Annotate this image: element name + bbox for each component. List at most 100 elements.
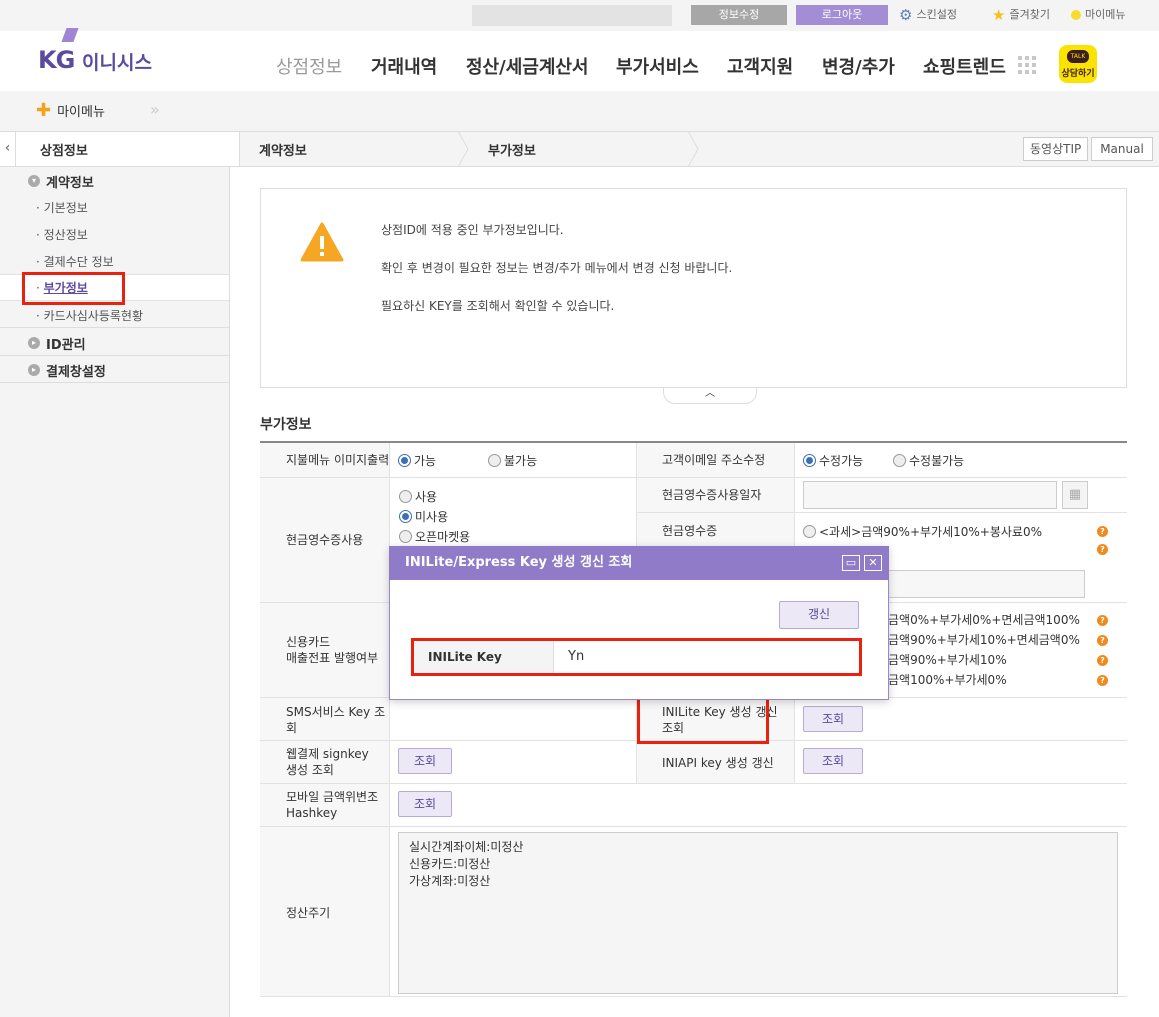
calendar-icon[interactable]: ▦: [1062, 481, 1088, 509]
label-mobile-hashkey: 모바일 금액위변조 Hashkey: [286, 790, 379, 820]
breadcrumb-level1[interactable]: 계약정보: [259, 140, 307, 159]
radio-cash-openmarket[interactable]: 오픈마켓용: [399, 528, 470, 545]
label-sms-key: SMS서비스 Key 조회: [286, 705, 386, 735]
cash-receipt-date-input[interactable]: [803, 481, 1057, 509]
sidebar-cat-payment-window-label: 결제창설정: [46, 364, 106, 380]
sidebar-cat-id[interactable]: ▸ ID관리: [0, 334, 229, 353]
sidebar-cat-contract-label: 계약정보: [46, 175, 94, 191]
help-icon[interactable]: ?: [1097, 526, 1108, 537]
label-card-slip: 신용카드 매출전표 발행여부: [286, 635, 379, 665]
card-option-3: 금액90%+부가세10%: [888, 653, 1007, 667]
gnb-shopping-trend[interactable]: 쇼핑트렌드: [923, 53, 1006, 79]
divider: [389, 443, 390, 996]
gnb-change-add[interactable]: 변경/추가: [822, 53, 895, 79]
video-tip-button[interactable]: 동영상TIP: [1023, 137, 1089, 161]
logout-button[interactable]: 로그아웃: [796, 5, 888, 25]
signkey-lookup-button[interactable]: 조회: [398, 748, 452, 774]
mymenu-bar: [0, 91, 1159, 131]
gnb-transactions[interactable]: 거래내역: [371, 53, 437, 79]
label-payment-image: 지불메뉴 이미지출력: [286, 453, 390, 467]
row-divider: [260, 477, 1127, 478]
radio-email-editable[interactable]: 수정가능: [803, 452, 863, 469]
chevron-left-icon[interactable]: ‹: [0, 131, 16, 167]
collapse-toggle[interactable]: ︿: [663, 388, 757, 404]
mymenu-button[interactable]: ✚ 마이메뉴: [36, 100, 105, 121]
expand-icon: ▸: [28, 337, 40, 349]
breadcrumb-root[interactable]: 상점정보: [40, 140, 88, 159]
expand-icon: ▸: [28, 364, 40, 376]
radio-label: 사용: [415, 490, 438, 504]
info-edit-button[interactable]: 정보수정: [691, 5, 787, 25]
notice-box: [260, 188, 1127, 388]
radio-label: 수정불가능: [909, 454, 965, 468]
breadcrumb-root-cell: [0, 131, 240, 167]
sidebar-item-card-review[interactable]: · 카드사심사등록현황: [0, 307, 229, 325]
card-option-4: 금액100%+부가세0%: [888, 673, 1007, 687]
utility-blank-field: [472, 5, 672, 26]
refresh-button[interactable]: 갱신: [779, 601, 859, 629]
chevron-up-icon: ︿: [705, 388, 715, 399]
help-icon[interactable]: ?: [1097, 544, 1108, 555]
kakao-consult-button[interactable]: TALK 상담하기: [1059, 45, 1097, 83]
plus-icon: ✚: [36, 100, 52, 121]
help-icon[interactable]: ?: [1097, 675, 1108, 686]
help-icon[interactable]: ?: [1097, 655, 1108, 666]
modal-title: INILite/Express Key 생성 갱신 조회: [389, 546, 889, 580]
divider: [0, 327, 229, 328]
radio-vat-taxed[interactable]: <과세>금액90%+부가세10%+봉사료0%: [803, 523, 1042, 540]
cash-receipt-extra-input[interactable]: [880, 570, 1085, 598]
label-web-signkey: 웹결제 signkey 생성 조회: [286, 747, 369, 777]
logo-kg[interactable]: KG: [38, 46, 75, 74]
skin-settings-label: 스킨설정: [916, 8, 957, 21]
label-cash-receipt-vat: 현금영수증: [662, 524, 718, 538]
maximize-icon[interactable]: ▭: [842, 555, 860, 571]
manual-button[interactable]: Manual: [1091, 137, 1153, 161]
grid-menu-icon[interactable]: [1018, 56, 1036, 74]
radio-cash-not-use[interactable]: 미사용: [399, 508, 448, 525]
gnb-settlement[interactable]: 정산/세금계산서: [466, 53, 589, 79]
radio-label: 오픈마켓용: [415, 530, 471, 544]
help-icon[interactable]: ?: [1097, 615, 1108, 626]
logo-name[interactable]: 이니시스: [82, 48, 152, 75]
double-chevron-right-icon[interactable]: »: [150, 100, 160, 119]
radio-icon: [893, 454, 906, 467]
key-value[interactable]: Yn: [568, 641, 584, 673]
close-icon[interactable]: ✕: [864, 555, 882, 571]
sidebar-item-settlement[interactable]: · 정산정보: [0, 226, 229, 244]
key-label: INILite Key: [414, 641, 554, 673]
hashkey-lookup-button[interactable]: 조회: [398, 791, 452, 817]
divider: [0, 382, 229, 383]
inilite-key-lookup-button[interactable]: 조회: [803, 706, 863, 732]
mymenu-top-link[interactable]: 마이메뉴: [1071, 5, 1125, 25]
mymenu-label: 마이메뉴: [57, 105, 105, 120]
radio-image-unavailable[interactable]: 불가능: [488, 452, 537, 469]
settlement-cycle-textarea[interactable]: 실시간계좌이체:미정산 신용카드:미정산 가상계좌:미정산: [398, 832, 1118, 994]
notice-line-1: 상점ID에 적용 중인 부가정보입니다.: [381, 223, 564, 237]
radio-email-not-editable[interactable]: 수정불가능: [893, 452, 964, 469]
gnb-addon-services[interactable]: 부가서비스: [616, 53, 699, 79]
radio-icon: [399, 490, 412, 503]
gnb-support[interactable]: 고객지원: [727, 53, 793, 79]
sidebar-cat-contract[interactable]: ▾ 계약정보: [0, 172, 229, 191]
row-divider: [260, 826, 1127, 827]
breadcrumb-separator-icon: [687, 130, 700, 168]
favorites-link[interactable]: ★ 즐겨찾기: [992, 5, 1050, 25]
radio-image-available[interactable]: 가능: [398, 452, 436, 469]
radio-label: 가능: [414, 454, 437, 468]
row-divider: [636, 512, 1127, 513]
breadcrumb-level2[interactable]: 부가정보: [488, 140, 536, 159]
sidebar-item-basic[interactable]: · 기본정보: [0, 199, 229, 217]
help-icon[interactable]: ?: [1097, 635, 1108, 646]
iniapi-key-lookup-button[interactable]: 조회: [803, 748, 863, 774]
breadcrumb-separator-icon: [457, 130, 470, 168]
radio-label: 미사용: [415, 510, 449, 524]
sidebar-item-payment[interactable]: · 결제수단 정보: [0, 253, 229, 271]
card-option-1: 금액0%+부가세0%+면세금액100%: [888, 613, 1080, 627]
radio-icon: [399, 530, 412, 543]
skin-settings-link[interactable]: ⚙ 스킨설정: [899, 5, 957, 25]
gnb-store-info[interactable]: 상점정보: [276, 53, 342, 79]
sidebar-cat-payment-window[interactable]: ▸ 결제창설정: [0, 361, 229, 380]
highlight-box: [22, 272, 125, 305]
radio-cash-use[interactable]: 사용: [399, 488, 437, 505]
sidebar-item-label: 결제수단 정보: [43, 255, 114, 269]
